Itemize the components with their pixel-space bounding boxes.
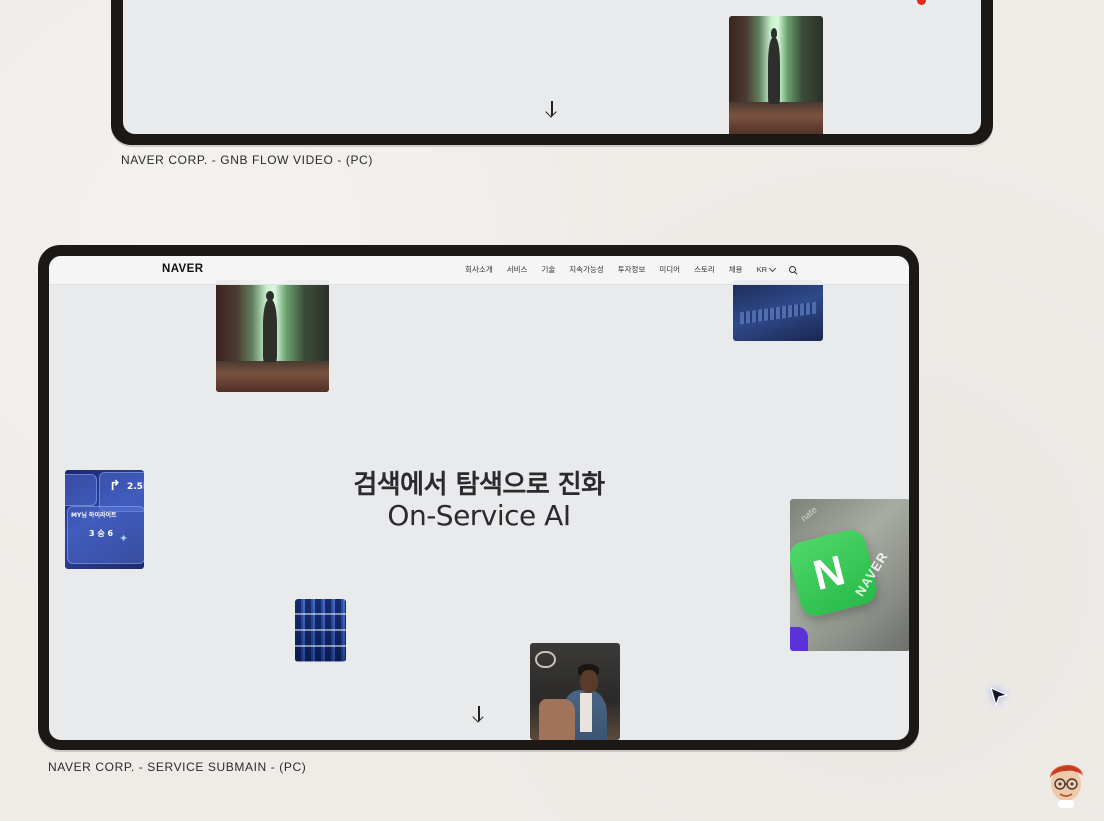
- nav-item-technology[interactable]: 기술: [541, 264, 555, 275]
- creator-video-thumbnail[interactable]: [530, 643, 620, 740]
- hero-title-english: On-Service AI: [387, 499, 571, 532]
- mouse-cursor-icon: [990, 687, 1008, 706]
- naver-app-thumbnail[interactable]: nate N NAVER: [790, 499, 909, 651]
- nav-item-investor-relations[interactable]: 투자정보: [618, 264, 646, 275]
- nav-item-services[interactable]: 서비스: [507, 264, 528, 275]
- naver-n-letter: N: [808, 545, 850, 599]
- nav-item-company[interactable]: 회사소개: [465, 264, 493, 275]
- keyboard-image-thumbnail[interactable]: [733, 280, 823, 341]
- search-icon[interactable]: [789, 265, 797, 274]
- scroll-down-arrow-icon[interactable]: [471, 706, 487, 724]
- avatar[interactable]: [1044, 756, 1088, 808]
- language-selector[interactable]: KR: [756, 264, 777, 274]
- figure-video-thumbnail[interactable]: [216, 280, 329, 392]
- figure-video-thumbnail: [729, 16, 823, 134]
- bird-icon: ✦: [119, 532, 129, 545]
- nav-item-careers[interactable]: 채용: [729, 264, 743, 275]
- device-screen-service-submain: ↱ 2.5K MY님 하이라이트 3 승 6 ✦ NAVER 회사소개 서비스 …: [49, 256, 909, 740]
- device-frame-gnb-flow: [111, 0, 993, 145]
- nav-item-media[interactable]: 미디어: [659, 264, 680, 275]
- caption-gnb-flow: NAVER CORP. - GNB FLOW VIDEO - (PC): [121, 153, 373, 167]
- hero-title-korean: 검색에서 탐색으로 진화: [353, 470, 605, 500]
- nav-item-story[interactable]: 스토리: [694, 264, 715, 275]
- global-navigation-bar: NAVER 회사소개 서비스 기술 지속가능성 투자정보 미디어 스토리 채용 …: [49, 256, 909, 285]
- device-frame-service-submain: ↱ 2.5K MY님 하이라이트 3 승 6 ✦ NAVER 회사소개 서비스 …: [38, 245, 919, 750]
- main-nav: 회사소개 서비스 기술 지속가능성 투자정보 미디어 스토리 채용 KR: [465, 264, 797, 275]
- nav-item-sustainability[interactable]: 지속가능성: [569, 264, 604, 275]
- language-label: KR: [756, 265, 767, 274]
- caption-service-submain: NAVER CORP. - SERVICE SUBMAIN - (PC): [48, 760, 307, 774]
- naver-logo[interactable]: NAVER: [162, 263, 203, 275]
- device-screen-gnb-flow: [123, 0, 981, 134]
- cubes-image-thumbnail[interactable]: [295, 599, 346, 662]
- scroll-down-arrow-icon[interactable]: [544, 101, 560, 119]
- chevron-down-icon: [768, 264, 777, 273]
